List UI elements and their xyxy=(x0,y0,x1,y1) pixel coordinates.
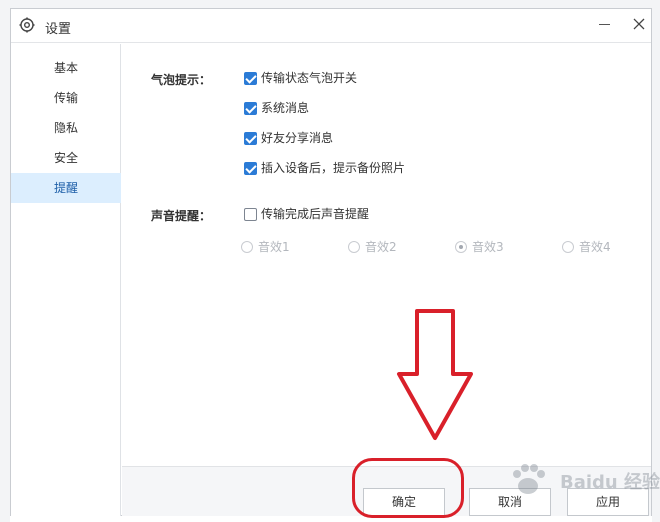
sidebar-item-transfer[interactable]: 传输 xyxy=(11,83,121,113)
checkbox-checked-icon xyxy=(244,72,257,85)
close-icon xyxy=(633,18,645,30)
radio-icon xyxy=(562,241,574,253)
radio-icon xyxy=(348,241,360,253)
ok-button[interactable]: 确定 xyxy=(363,488,445,516)
window-title: 设置 xyxy=(45,22,72,37)
sidebar-item-reminder[interactable]: 提醒 xyxy=(11,173,121,203)
apply-button[interactable]: 应用 xyxy=(567,488,649,516)
bubble-section-label: 气泡提示： xyxy=(151,73,212,87)
cancel-button[interactable]: 取消 xyxy=(469,488,551,516)
settings-dialog: 设置 基本 传输 隐私 安全 提醒 气泡提示： 传输状态气泡开关 系统消息 好友… xyxy=(10,8,652,516)
radio-selected-icon xyxy=(455,241,467,253)
close-button[interactable] xyxy=(627,12,651,36)
sidebar-item-basic[interactable]: 基本 xyxy=(11,53,121,83)
sidebar-item-security[interactable]: 安全 xyxy=(11,143,121,173)
reminder-panel: 气泡提示： 传输状态气泡开关 系统消息 好友分享消息 插入设备后，提示备份照片 … xyxy=(122,44,651,466)
checkbox-checked-icon xyxy=(244,162,257,175)
checkbox-checked-icon xyxy=(244,102,257,115)
checkbox-checked-icon xyxy=(244,132,257,145)
radio-icon xyxy=(241,241,253,253)
minimize-button[interactable] xyxy=(593,12,617,36)
settings-sidebar: 基本 传输 隐私 安全 提醒 xyxy=(11,44,121,516)
checkbox-unchecked-icon xyxy=(244,208,257,221)
gear-icon xyxy=(19,17,35,33)
sidebar-item-privacy[interactable]: 隐私 xyxy=(11,113,121,143)
dialog-footer: 确定 取消 应用 xyxy=(122,466,651,516)
title-bar: 设置 xyxy=(11,9,651,43)
sound-section-label: 声音提醒： xyxy=(151,209,212,223)
